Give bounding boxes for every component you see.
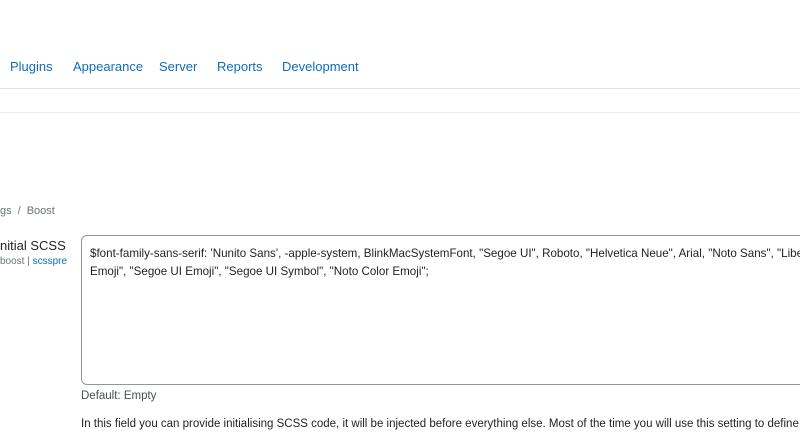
page: Plugins Appearance Server Reports Develo… <box>0 0 800 445</box>
breadcrumb-separator: / <box>17 205 21 217</box>
setting-name-link[interactable]: scsspre <box>33 256 67 267</box>
tab-plugins[interactable]: Plugins <box>10 59 53 74</box>
setting-label: nitial SCSS <box>0 238 66 253</box>
breadcrumb: gs / Boost <box>0 205 55 217</box>
breadcrumb-item-boost[interactable]: Boost <box>27 205 55 217</box>
scss-line-1: $font-family-sans-serif: 'Nunito Sans', … <box>90 247 800 260</box>
tab-reports[interactable]: Reports <box>217 59 263 74</box>
tab-development[interactable]: Development <box>282 59 359 74</box>
header-divider <box>0 112 800 113</box>
initial-scss-textarea[interactable]: $font-family-sans-serif: 'Nunito Sans', … <box>81 235 800 385</box>
setting-identifier: boost | scsspre <box>0 256 67 267</box>
default-value-note: Default: Empty <box>81 390 157 402</box>
setting-description: In this field you can provide initialisi… <box>81 418 800 430</box>
tab-appearance[interactable]: Appearance <box>73 59 143 74</box>
tab-server[interactable]: Server <box>159 59 197 74</box>
breadcrumb-item-settings[interactable]: gs <box>0 205 12 217</box>
scss-line-2: Emoji", "Segoe UI Emoji", "Segoe UI Symb… <box>90 265 429 278</box>
primary-navigation: Plugins Appearance Server Reports Develo… <box>0 0 800 89</box>
setting-plugin-name: boost | <box>0 256 30 267</box>
